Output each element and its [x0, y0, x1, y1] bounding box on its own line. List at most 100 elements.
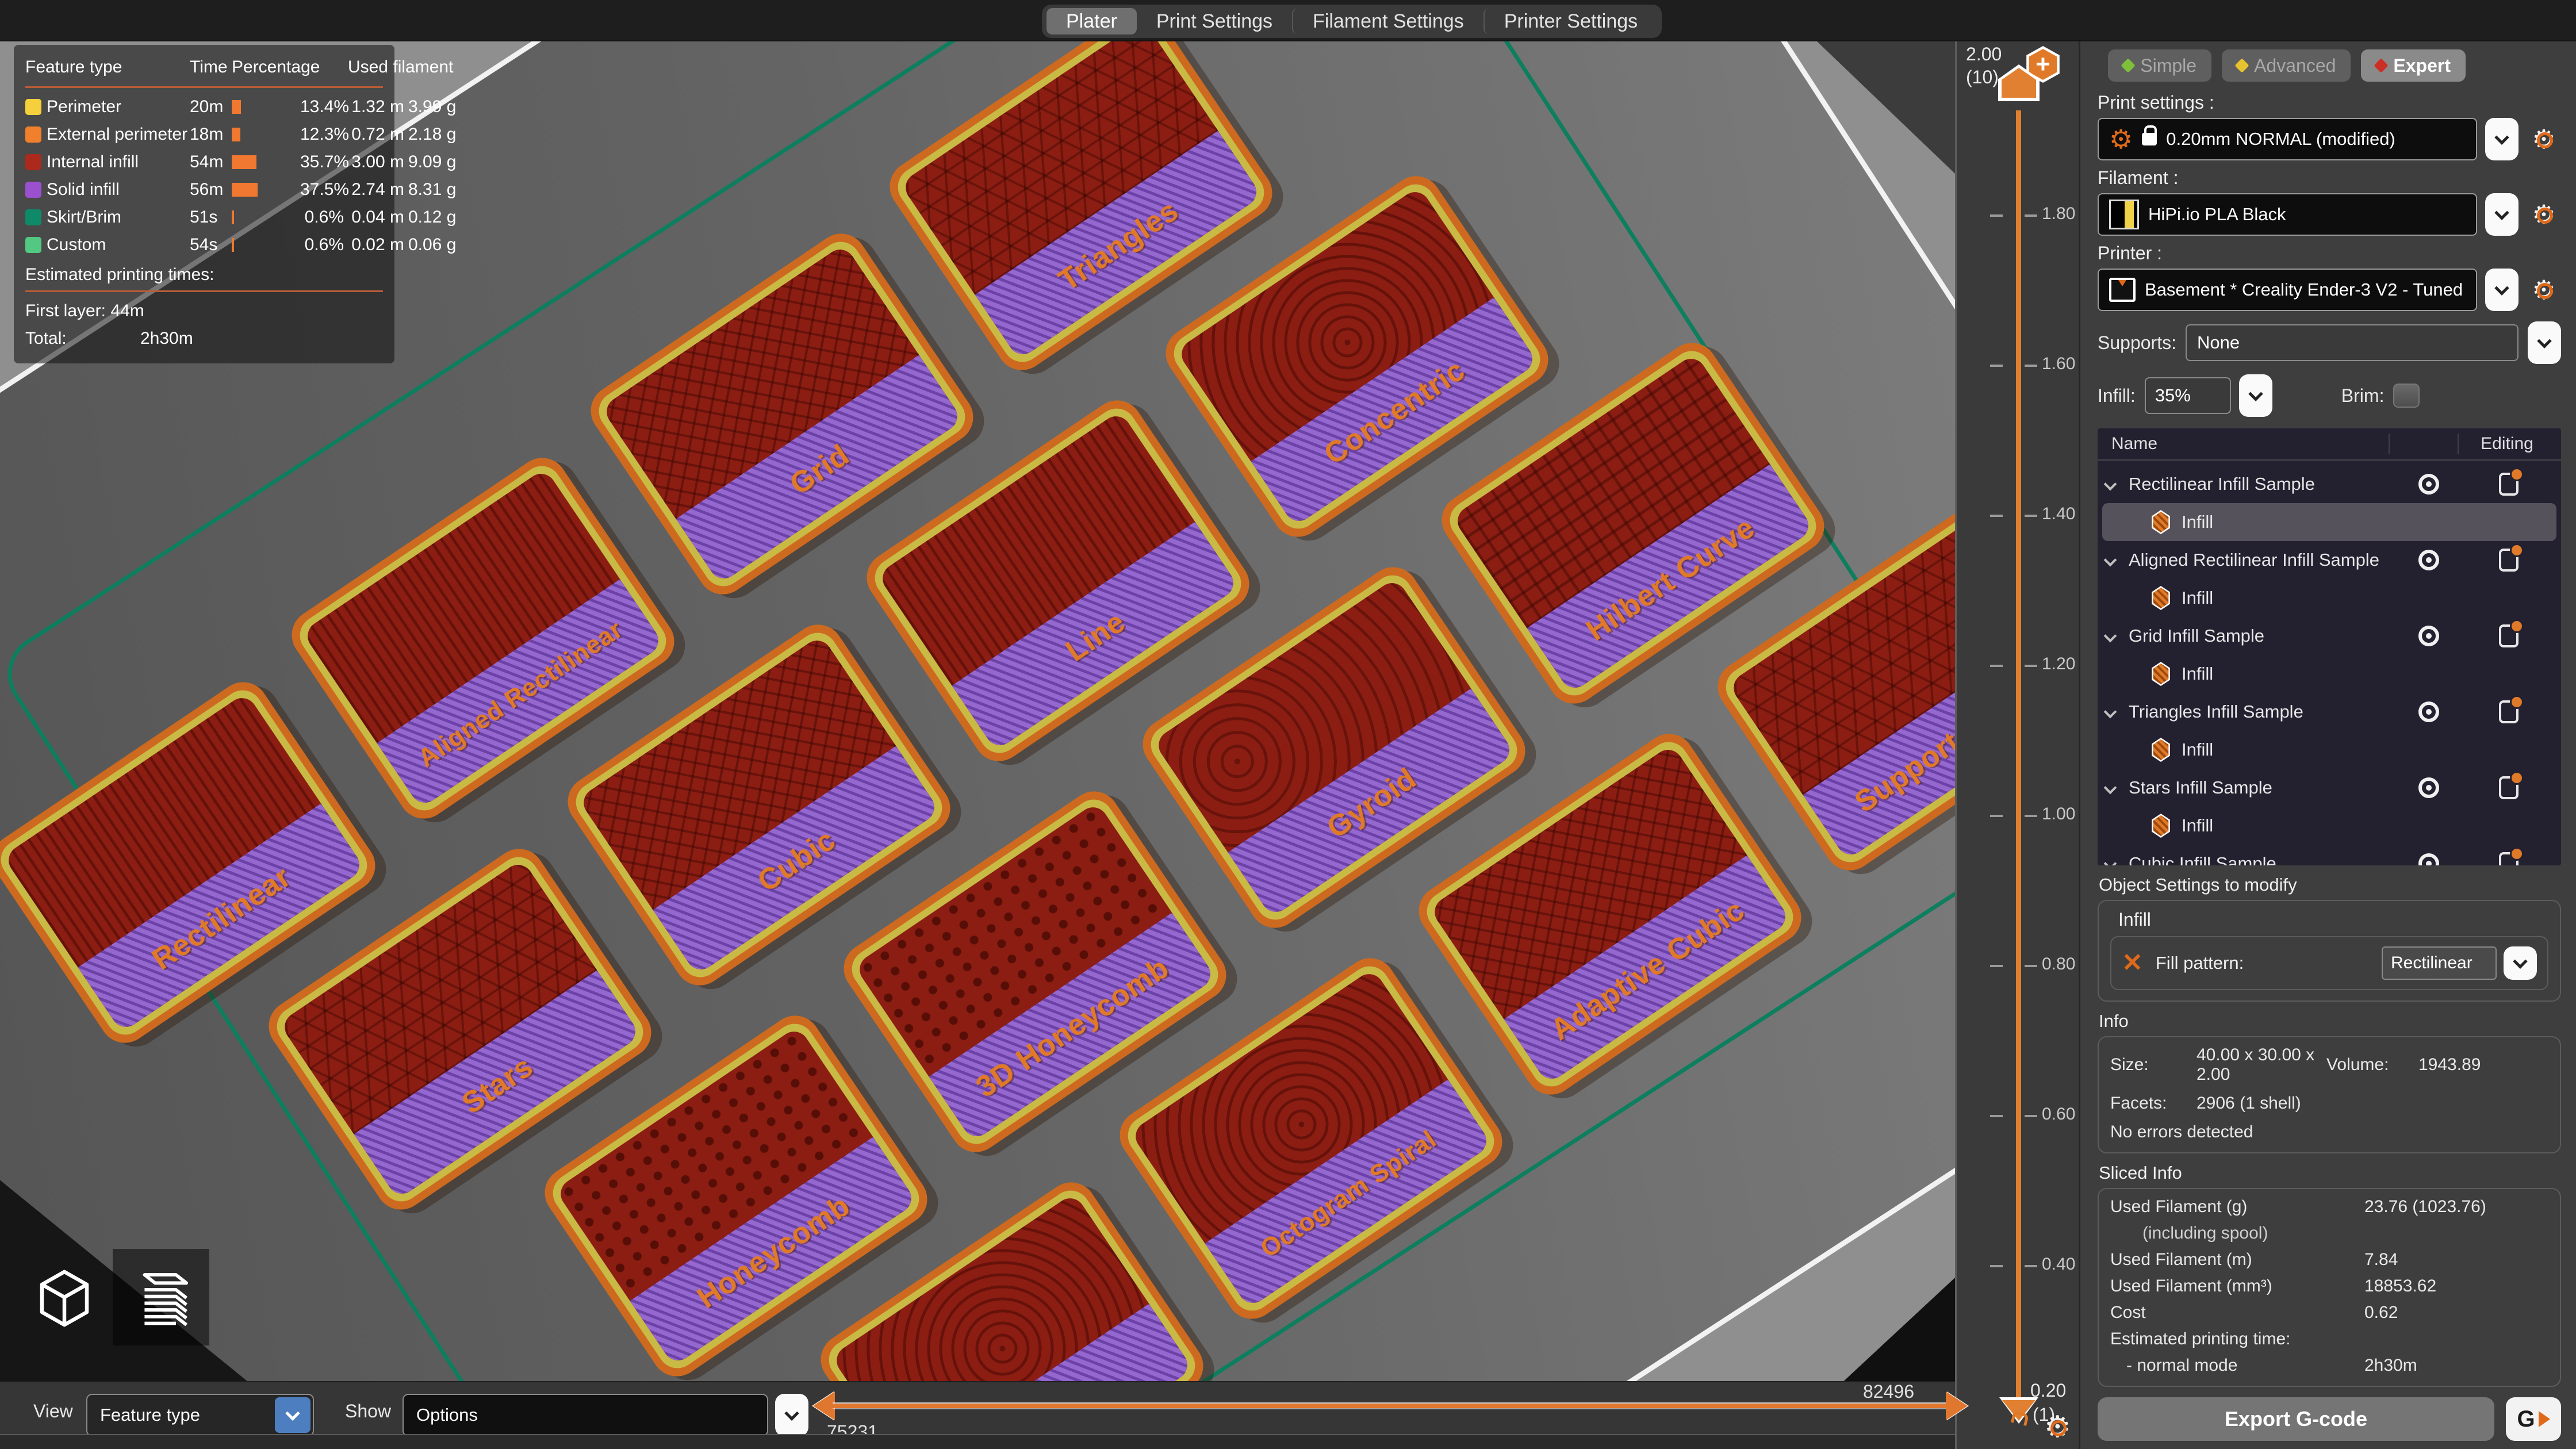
percentage-bar: [232, 155, 296, 170]
chevron-down-icon[interactable]: [2104, 857, 2117, 865]
print-settings-select[interactable]: ⚙ 0.20mm NORMAL (modified): [2098, 118, 2477, 160]
legend-divider: [25, 86, 383, 88]
edit-settings-icon[interactable]: [2499, 700, 2518, 723]
facets-value: 2906 (1 shell): [2196, 1094, 2548, 1113]
show-select[interactable]: Options: [402, 1394, 768, 1436]
info-box: Size: 40.00 x 30.00 x 2.00 Volume: 1943.…: [2098, 1036, 2561, 1153]
chevron-down-icon[interactable]: [2104, 478, 2117, 491]
3d-viewport[interactable]: Rectilinear Aligned Rectilinear: [0, 41, 1955, 1381]
object-infill-row[interactable]: Infill: [2102, 655, 2556, 693]
layers-preview-toggle[interactable]: [113, 1249, 209, 1346]
object-row[interactable]: Aligned Rectilinear Infill Sample: [2102, 541, 2556, 579]
object-infill-row[interactable]: Infill: [2102, 807, 2556, 845]
eye-icon[interactable]: [2418, 550, 2439, 570]
printer-dropdown-button[interactable]: [2485, 269, 2518, 311]
eye-icon[interactable]: [2418, 474, 2439, 494]
used-filament-mm3-label: Used Filament (mm³): [2110, 1276, 2364, 1296]
edit-settings-icon[interactable]: [2499, 624, 2518, 647]
object-row[interactable]: Grid Infill Sample: [2102, 617, 2556, 655]
view-select-dropdown[interactable]: [275, 1397, 310, 1433]
chevron-down-icon[interactable]: [2104, 630, 2117, 643]
moves-slider-right-value: 82496: [1863, 1381, 1914, 1402]
mode-switcher: Simple Advanced Expert: [2098, 49, 2466, 82]
feature-color-swatch: [25, 126, 41, 143]
tab-plater[interactable]: Plater: [1046, 8, 1137, 34]
sliced-info-title: Sliced Info: [2099, 1163, 2561, 1183]
tab-filament-settings[interactable]: Filament Settings: [1292, 8, 1483, 34]
object-group: Grid Infill Sample Infill: [2102, 617, 2556, 693]
gcode-letter: G: [2517, 1406, 2535, 1432]
infill-dropdown-button[interactable]: [2239, 374, 2272, 417]
edit-settings-icon[interactable]: [2499, 473, 2518, 496]
supports-dropdown-button[interactable]: [2528, 321, 2561, 364]
view-label: View: [33, 1401, 73, 1422]
filament-label: Filament :: [2098, 167, 2561, 189]
view-select[interactable]: Feature type: [86, 1394, 314, 1436]
layer-slider-track[interactable]: [2016, 110, 2021, 1404]
layer-tick: 0.40: [1957, 1255, 2079, 1278]
eye-icon[interactable]: [2418, 853, 2439, 865]
simple-mode-icon: [2121, 58, 2136, 72]
total-time-value: 2h30m: [140, 329, 193, 348]
fill-pattern-dropdown-button[interactable]: [2504, 946, 2537, 980]
edit-settings-icon[interactable]: [2499, 852, 2518, 865]
brim-checkbox[interactable]: [2393, 384, 2420, 408]
show-label: Show: [345, 1401, 391, 1422]
infill-row-label: Infill: [2182, 739, 2213, 760]
mode-expert-button[interactable]: Expert: [2361, 49, 2466, 82]
chevron-down-icon[interactable]: [2104, 554, 2117, 567]
object-row[interactable]: Rectilinear Infill Sample: [2102, 465, 2556, 503]
edit-settings-icon[interactable]: [2499, 776, 2518, 799]
moves-slider-right-thumb[interactable]: [1946, 1392, 1968, 1420]
printer-select[interactable]: Basement * Creality Ender-3 V2 - Tuned: [2098, 269, 2477, 311]
show-dropdown-button[interactable]: [775, 1394, 808, 1436]
3d-view-toggle[interactable]: [16, 1249, 113, 1346]
volume-value: 1943.89: [2418, 1055, 2548, 1075]
object-row[interactable]: Stars Infill Sample: [2102, 769, 2556, 807]
print-settings-dropdown-button[interactable]: [2485, 118, 2518, 160]
eye-icon[interactable]: [2418, 777, 2439, 798]
layer-slider-gutter: 2.00 (10) + 1.80 1.60 1.40 1.20: [1955, 41, 2079, 1449]
object-group: Aligned Rectilinear Infill Sample Infill: [2102, 541, 2556, 617]
object-row[interactable]: Cubic Infill Sample: [2102, 845, 2556, 865]
legend-divider-2: [25, 290, 383, 292]
slider-settings-gear-icon[interactable]: ⚙: [2044, 1410, 2071, 1444]
object-row[interactable]: Triangles Infill Sample: [2102, 693, 2556, 731]
gear-icon: ⚙: [2109, 126, 2133, 152]
object-infill-row[interactable]: Infill: [2102, 579, 2556, 617]
chevron-down-icon: [285, 1406, 300, 1420]
filament-color-swatch: [2109, 200, 2139, 229]
export-gcode-quick-button[interactable]: G: [2506, 1397, 2561, 1441]
export-gcode-button[interactable]: Export G-code: [2098, 1397, 2494, 1441]
mode-simple-button[interactable]: Simple: [2108, 49, 2211, 82]
printer-gear-button[interactable]: ⚙: [2532, 277, 2555, 303]
moves-slider-track[interactable]: [833, 1404, 1947, 1408]
tab-print-settings[interactable]: Print Settings: [1137, 8, 1292, 34]
edit-settings-icon[interactable]: [2499, 549, 2518, 572]
filament-select[interactable]: HiPi.io PLA Black: [2098, 193, 2477, 236]
object-infill-row[interactable]: Infill: [2102, 503, 2556, 541]
tab-printer-settings[interactable]: Printer Settings: [1483, 8, 1657, 34]
editing-column-header: Editing: [2458, 434, 2555, 454]
moves-slider-left-thumb[interactable]: [813, 1392, 835, 1420]
printer-label: Printer :: [2098, 243, 2561, 264]
fill-pattern-select[interactable]: Rectilinear: [2382, 946, 2497, 980]
infill-row-label: Infill: [2182, 512, 2213, 532]
mode-advanced-button[interactable]: Advanced: [2222, 49, 2351, 82]
remove-setting-icon[interactable]: ✕: [2122, 950, 2143, 976]
object-infill-row[interactable]: Infill: [2102, 731, 2556, 769]
including-spool-label: (including spool): [2110, 1224, 2364, 1243]
print-settings-gear-button[interactable]: ⚙: [2532, 126, 2555, 152]
chevron-down-icon[interactable]: [2104, 781, 2117, 795]
layer-slider-top-thumb[interactable]: [1998, 64, 2040, 101]
layer-tick: 1.20: [1957, 654, 2079, 677]
infill-select[interactable]: 35%: [2145, 377, 2231, 414]
chevron-down-icon[interactable]: [2104, 706, 2117, 719]
supports-select[interactable]: None: [2186, 324, 2518, 361]
info-title: Info: [2099, 1011, 2561, 1032]
filament-dropdown-button[interactable]: [2485, 193, 2518, 236]
eye-icon[interactable]: [2418, 702, 2439, 722]
eye-icon[interactable]: [2418, 626, 2439, 646]
filament-gear-button[interactable]: ⚙: [2532, 201, 2555, 228]
feature-color-swatch: [25, 154, 41, 170]
